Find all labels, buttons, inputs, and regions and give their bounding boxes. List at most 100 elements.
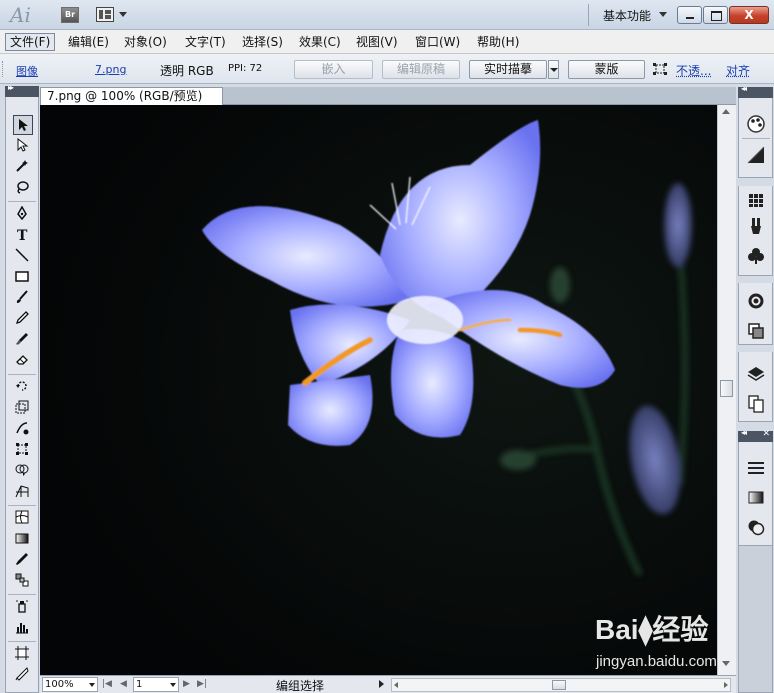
transparency-icon[interactable] [746,321,766,341]
direct-selection-tool-icon[interactable] [13,136,33,156]
menu-object[interactable]: 对象(O) [120,33,171,51]
dock-group-stroke [738,283,773,345]
workspace-dropdown-icon[interactable] [659,12,667,17]
scroll-up-icon[interactable] [722,109,730,114]
menu-select[interactable]: 选择(S) [238,33,287,51]
placed-image-iris-flower[interactable] [40,105,717,675]
menu-file[interactable]: 文件(F) [5,33,56,51]
horizontal-scrollbar[interactable] [391,678,731,692]
rotate-tool-icon[interactable] [13,377,33,397]
next-artboard-icon[interactable]: ▶ [183,679,190,689]
previous-artboard-icon[interactable]: ◀ [120,679,127,689]
blend-tool-icon[interactable] [13,571,33,591]
pen-tool-icon[interactable] [13,204,33,224]
tool-divider [8,594,36,595]
blob-brush-tool-icon[interactable] [13,330,33,350]
line-segment-tool-icon[interactable] [13,246,33,266]
stroke-icon[interactable] [746,291,766,311]
close-icon[interactable]: ✕ [762,429,770,439]
magic-wand-tool-icon[interactable] [13,157,33,177]
expand-panels-icon[interactable]: ◂◂ [741,84,747,93]
tracing-presets-dropdown[interactable] [548,60,559,79]
horizontal-scroll-thumb[interactable] [552,680,566,690]
brushes-icon[interactable] [746,216,766,236]
vertical-scrollbar[interactable] [717,105,736,675]
scroll-left-icon[interactable] [394,682,398,688]
eyedropper-tool-icon[interactable] [13,550,33,570]
menu-effect[interactable]: 效果(C) [295,33,345,51]
layers-icon[interactable] [746,364,766,384]
embed-button[interactable]: 嵌入 [294,60,373,79]
status-bar: 100% |◀ ◀ 1 ▶ ▶| 编组选择 [40,675,736,693]
paintbrush-tool-icon[interactable] [13,288,33,308]
artboard-number-field[interactable]: 1 [133,677,179,692]
arrange-documents-button[interactable] [96,6,130,24]
color-palette-icon[interactable] [746,114,766,134]
transform-icon[interactable] [653,63,667,78]
appearance-icon[interactable] [746,517,766,537]
menu-help[interactable]: 帮助(H) [473,33,523,51]
linked-filename[interactable]: 7.png [95,63,126,76]
menu-edit[interactable]: 编辑(E) [64,33,113,51]
type-tool-icon[interactable]: T [13,225,33,245]
scroll-down-icon[interactable] [722,661,730,666]
menu-type[interactable]: 文字(T) [181,33,230,51]
dock-header-2[interactable]: ◂◂ ✕ [738,428,773,442]
status-menu-icon[interactable] [379,680,384,688]
chevron-down-icon[interactable] [89,683,95,687]
free-transform-tool-icon[interactable] [13,440,33,460]
gradient-panel-icon[interactable] [746,488,766,508]
symbol-sprayer-tool-icon[interactable] [13,597,33,617]
tab-strip [223,87,736,105]
align-link[interactable]: 对齐 [726,62,750,79]
mesh-tool-icon[interactable] [13,508,33,528]
menu-window[interactable]: 窗口(W) [411,33,464,51]
shape-builder-tool-icon[interactable] [13,461,33,481]
eraser-tool-icon[interactable] [13,351,33,371]
dock-header[interactable]: ◂◂ [738,84,773,98]
rectangle-tool-icon[interactable] [13,267,33,287]
last-artboard-icon[interactable]: ▶| [197,679,207,689]
color-mode-label: 透明 RGB [160,64,214,78]
first-artboard-icon[interactable]: |◀ [102,679,112,689]
scroll-right-icon[interactable] [724,682,728,688]
maximize-button[interactable] [703,6,728,24]
column-graph-tool-icon[interactable] [13,618,33,638]
status-tool-label[interactable]: 编组选择 [276,677,324,693]
document-tab[interactable]: 7.png @ 100% (RGB/预览) ✕ [40,87,259,105]
object-type-link[interactable]: 图像 [16,63,38,79]
selection-tool-icon[interactable] [13,115,33,135]
control-bar-grip[interactable] [2,61,5,77]
chevron-down-icon[interactable] [170,683,176,687]
pencil-tool-icon[interactable] [13,309,33,329]
lasso-tool-icon[interactable] [13,178,33,198]
tools-panel-header[interactable] [5,83,39,97]
align-icon[interactable] [746,458,766,478]
minimize-button[interactable] [677,6,702,24]
vertical-scroll-thumb[interactable] [720,380,733,397]
layout-grid-icon [96,7,114,22]
warp-tool-icon[interactable] [13,419,33,439]
scale-tool-icon[interactable] [13,398,33,418]
dock-group-swatches [738,186,773,276]
live-trace-button[interactable]: 实时描摹 [469,60,547,79]
artboard-tool-icon[interactable] [13,644,33,664]
bridge-button[interactable]: Br [61,7,79,23]
expand-panels-icon[interactable]: ◂◂ [741,428,747,437]
gradient-tool-icon[interactable] [13,529,33,549]
menu-view[interactable]: 视图(V) [352,33,402,51]
perspective-grid-tool-icon[interactable] [13,482,33,502]
opacity-link[interactable]: 不透... [676,62,711,79]
edit-original-button[interactable]: 编辑原稿 [382,60,460,79]
symbols-icon[interactable] [746,246,766,266]
workspace-switcher[interactable]: 基本功能 [603,7,651,24]
artboards-icon[interactable] [746,394,766,414]
artboard-canvas[interactable]: Bai⧫经验 jingyan.baidu.com [40,105,717,675]
swatches-icon[interactable] [746,190,766,210]
dock-group-align [738,442,773,546]
color-guide-icon[interactable] [746,145,766,165]
mask-button[interactable]: 蒙版 [568,60,645,79]
slice-tool-icon[interactable] [13,665,33,685]
close-button[interactable]: X [729,6,769,24]
zoom-level-field[interactable]: 100% [42,677,98,692]
